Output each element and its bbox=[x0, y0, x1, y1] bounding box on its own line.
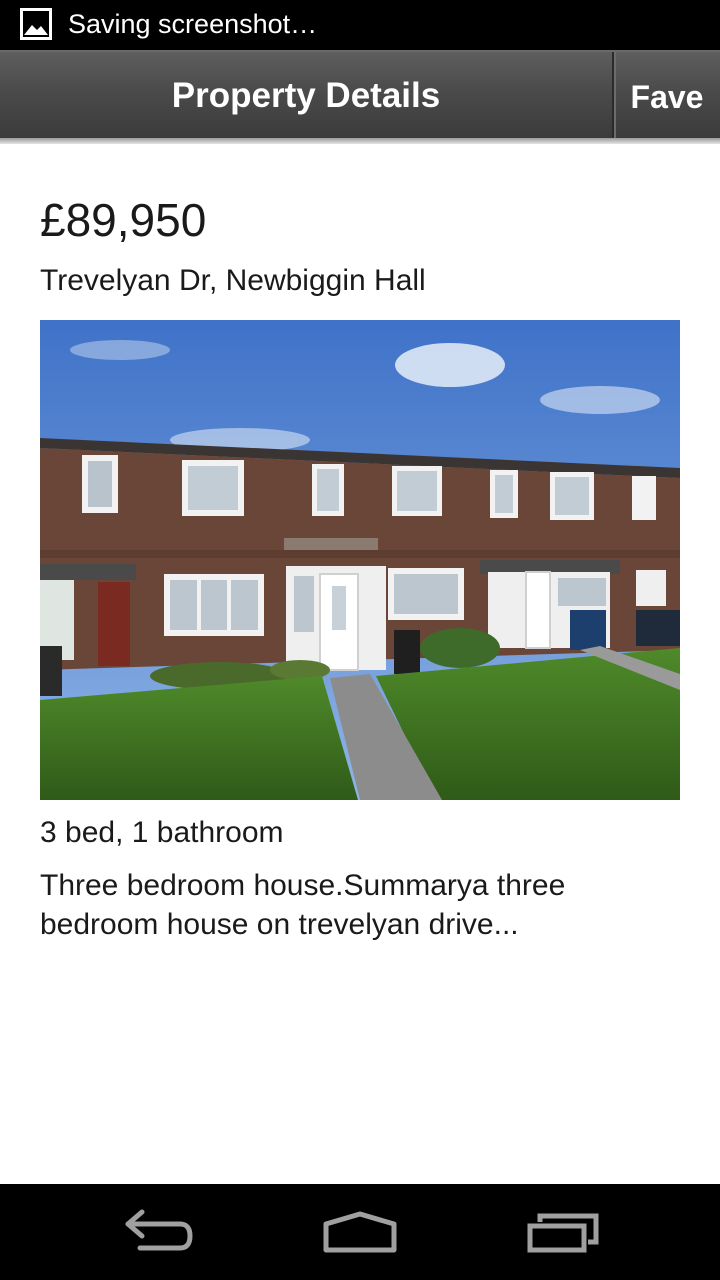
property-rooms: 3 bed, 1 bathroom bbox=[40, 816, 284, 849]
action-bar-shadow bbox=[0, 138, 720, 144]
navigation-bar bbox=[0, 1184, 720, 1280]
home-icon[interactable] bbox=[310, 1202, 410, 1262]
status-bar: Saving screenshot… bbox=[0, 0, 720, 50]
fave-button[interactable]: Fave bbox=[612, 52, 720, 140]
screen: Saving screenshot… Property Details Fave… bbox=[0, 0, 720, 1280]
property-price: £89,950 bbox=[40, 194, 207, 246]
recent-apps-icon[interactable] bbox=[512, 1202, 612, 1262]
property-summary: Three bedroom house.Summarya three bedro… bbox=[40, 869, 566, 941]
property-address: Trevelyan Dr, Newbiggin Hall bbox=[40, 264, 426, 297]
image-icon bbox=[20, 8, 52, 40]
back-icon[interactable] bbox=[110, 1202, 210, 1262]
page-title: Property Details bbox=[171, 76, 441, 115]
status-notification-text: Saving screenshot… bbox=[68, 9, 318, 39]
property-photo[interactable] bbox=[40, 320, 680, 800]
action-bar: Property Details Fave bbox=[0, 50, 720, 142]
